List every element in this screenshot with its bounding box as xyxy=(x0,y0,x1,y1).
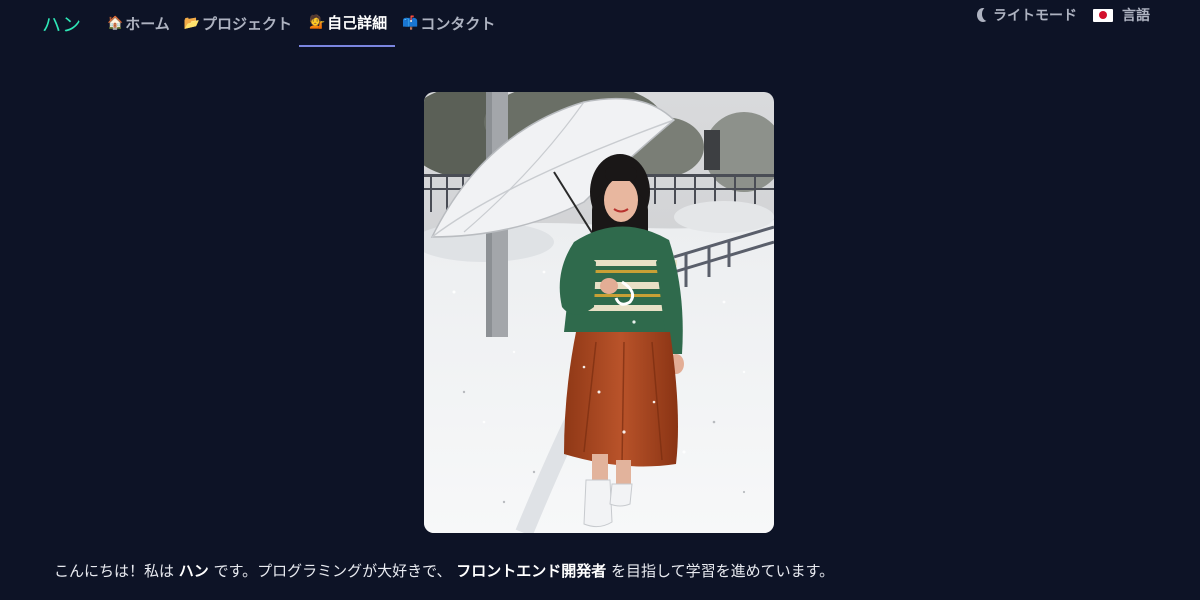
brand-logo[interactable]: ハン xyxy=(42,10,82,37)
nav-utilities: ライトモード 言語 xyxy=(977,4,1150,26)
language-button[interactable]: 言語 xyxy=(1093,5,1150,25)
nav-links: 🏠 ホーム 📂 プロジェクト 💁 自己詳細 📫 コンタクト xyxy=(100,0,502,48)
theme-toggle-button[interactable]: ライトモード xyxy=(977,5,1077,25)
nav-link-contact[interactable]: 📫 コンタクト xyxy=(395,0,502,46)
nav-link-about[interactable]: 💁 自己詳細 xyxy=(298,0,396,47)
nav-link-label: プロジェクト xyxy=(201,14,292,33)
folder-icon: 📂 xyxy=(183,15,200,31)
theme-toggle-label: ライトモード xyxy=(993,8,1077,24)
nav-link-label: ホーム xyxy=(125,14,170,33)
profile-photo xyxy=(424,92,774,533)
top-navigation: ハン 🏠 ホーム 📂 プロジェクト 💁 自己詳細 📫 コンタクト ライトモード … xyxy=(0,0,1200,48)
intro-end: を目指して学習を進めています。 xyxy=(606,562,835,580)
language-label: 言語 xyxy=(1122,8,1150,24)
intro-greeting: こんにちは！私は xyxy=(54,562,179,580)
intro-middle: です。プログラミングが大好きで、 xyxy=(208,562,457,580)
intro-role: フロントエンド開発者 xyxy=(456,562,607,580)
nav-link-projects[interactable]: 📂 プロジェクト xyxy=(177,0,299,46)
nav-link-home[interactable]: 🏠 ホーム xyxy=(100,0,177,46)
about-page: ハン 🏠 ホーム 📂 プロジェクト 💁 自己詳細 📫 コンタクト ライトモード … xyxy=(0,0,1200,600)
person-tipping-hand-icon: 💁 xyxy=(308,14,326,30)
nav-link-label: コンタクト xyxy=(420,14,496,33)
intro-text: こんにちは！私は ハン です。プログラミングが大好きで、 フロントエンド開発者 … xyxy=(54,560,834,581)
japan-flag-icon xyxy=(1093,8,1113,22)
house-icon: 🏠 xyxy=(107,15,124,31)
mailbox-icon: 📫 xyxy=(402,15,419,31)
intro-name: ハン xyxy=(178,562,209,580)
profile-photo-illustration xyxy=(424,92,774,533)
moon-icon xyxy=(977,7,993,22)
nav-link-label: 自己詳細 xyxy=(327,13,388,32)
